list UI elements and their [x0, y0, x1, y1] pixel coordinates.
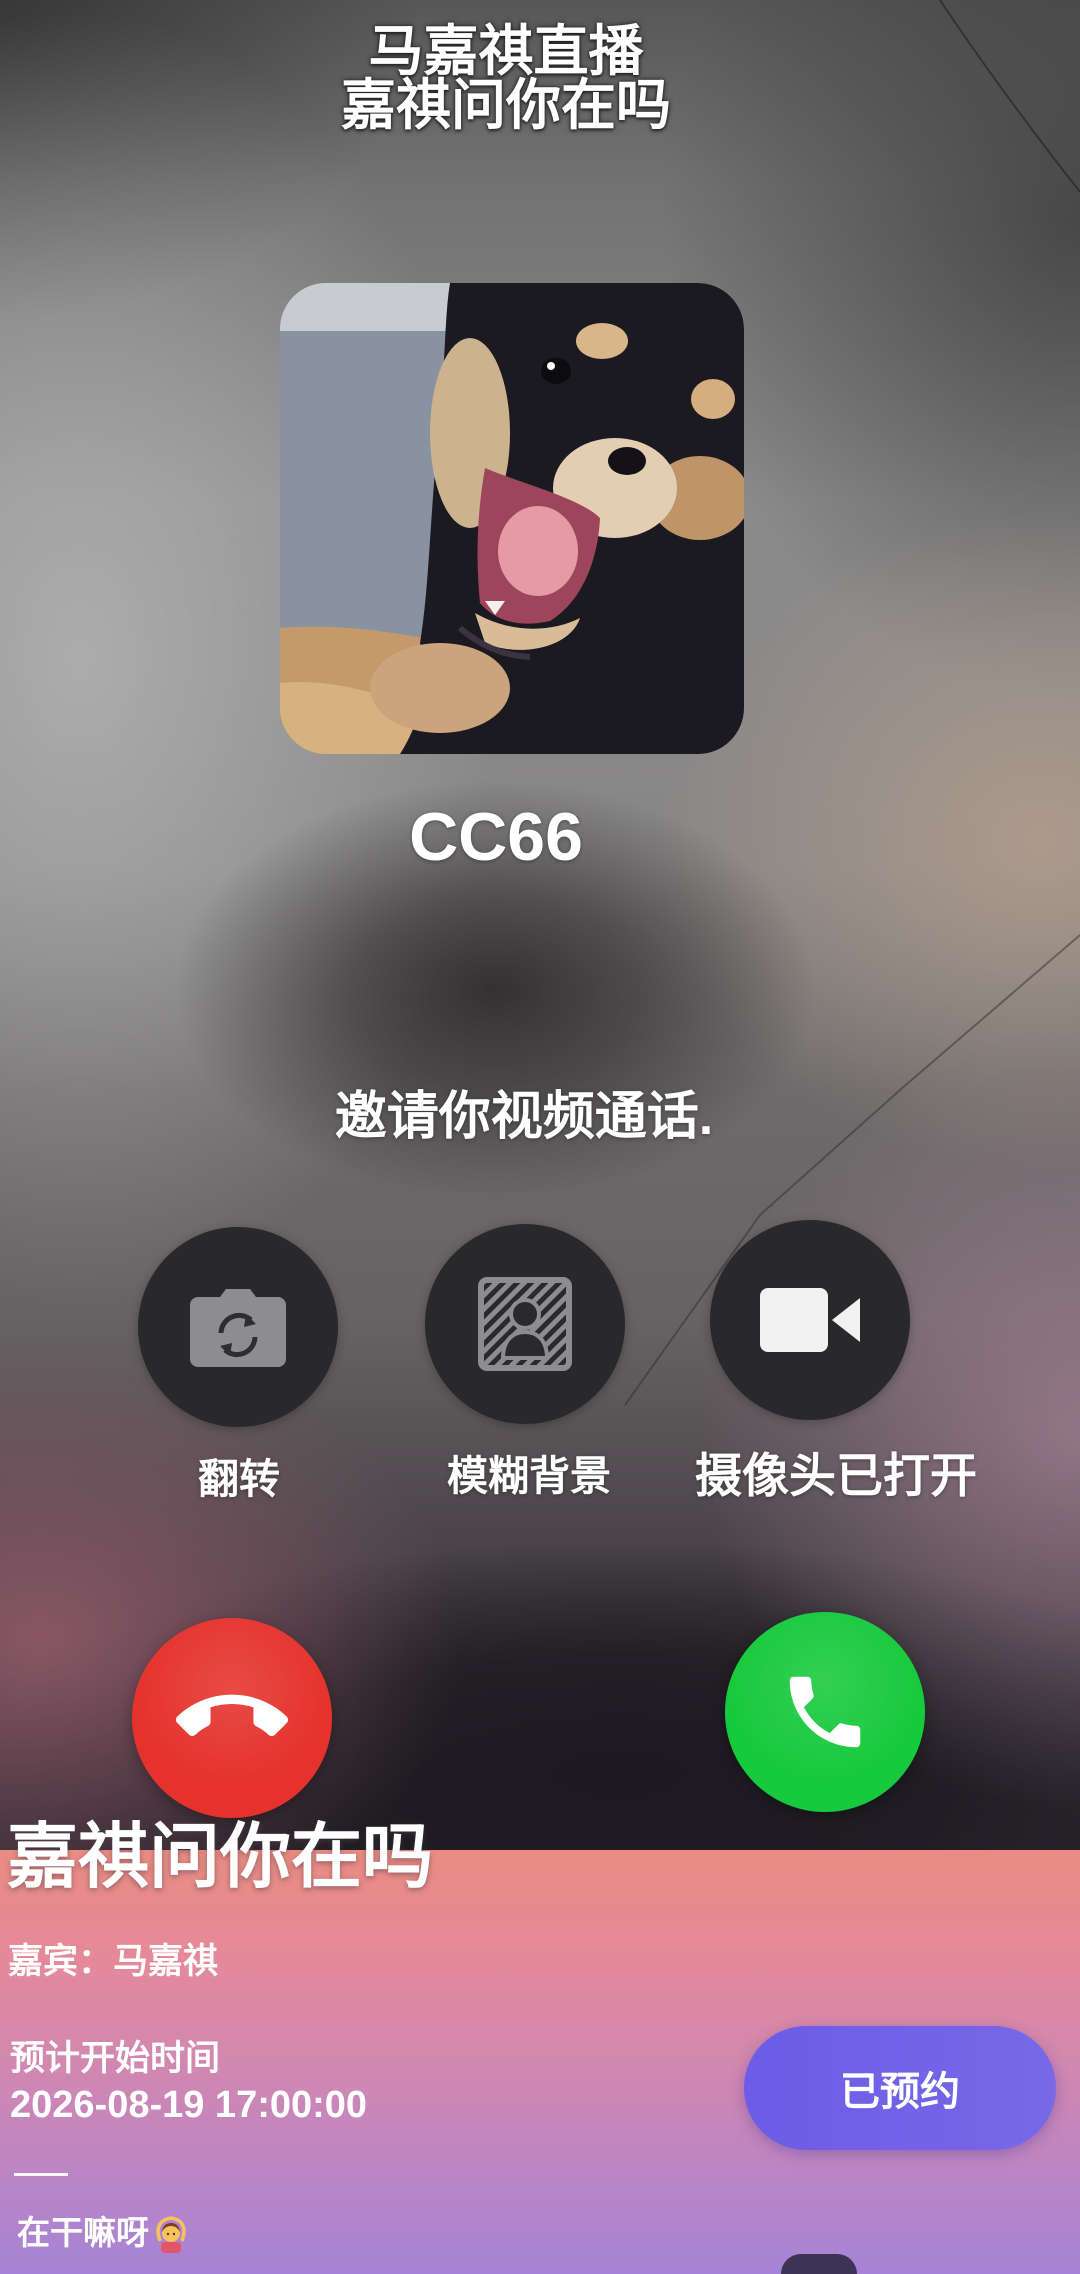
- blur-background-icon: [478, 1277, 572, 1371]
- flip-camera-icon: [190, 1289, 286, 1367]
- person-gesturing-emoji-icon: [156, 2216, 186, 2253]
- live-card-title: 嘉祺问你在吗: [7, 1818, 434, 1897]
- invite-message: 邀请你视频通话.: [334, 1088, 714, 1146]
- flip-camera-button[interactable]: [138, 1227, 338, 1427]
- caller-avatar: [280, 283, 744, 754]
- camera-toggle-label: 摄像头已打开: [695, 1449, 977, 1502]
- live-header-subtitle: 嘉祺问你在吗: [340, 74, 671, 136]
- blur-background-button[interactable]: [425, 1224, 625, 1424]
- accept-call-button[interactable]: [725, 1612, 925, 1812]
- partial-circle: [781, 2254, 857, 2274]
- live-header-title: 马嘉祺直播: [368, 20, 644, 82]
- live-card[interactable]: 嘉祺问你在吗 嘉宾：马嘉祺 预计开始时间 2026-08-19 17:00:00…: [0, 1818, 1080, 2274]
- hang-up-icon: [176, 1694, 288, 1737]
- dog-photo-avatar: [280, 283, 744, 754]
- live-comment: 在干嘛呀: [17, 2214, 149, 2251]
- reserved-button-label: 已预约: [840, 2070, 960, 2114]
- live-card-guest: 嘉宾：马嘉祺: [8, 1942, 219, 1981]
- card-divider: [14, 2173, 68, 2176]
- start-time-label: 预计开始时间: [10, 2039, 221, 2078]
- decline-call-button[interactable]: [132, 1618, 332, 1818]
- camera-toggle-button[interactable]: [710, 1220, 910, 1420]
- phone-icon: [789, 1676, 861, 1748]
- video-camera-icon: [760, 1288, 860, 1352]
- caller-name: CC66: [409, 799, 583, 875]
- start-time-value: 2026-08-19 17:00:00: [10, 2084, 368, 2126]
- reserved-button[interactable]: 已预约: [744, 2026, 1056, 2150]
- live-header: 马嘉祺直播 嘉祺问你在吗: [206, 20, 806, 136]
